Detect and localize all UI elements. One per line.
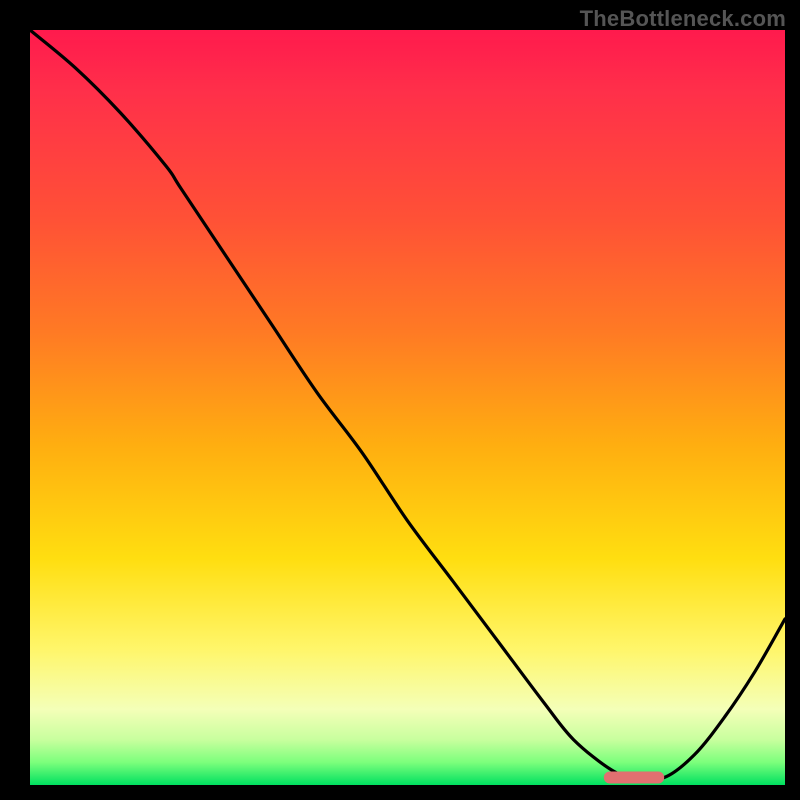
watermark-text: TheBottleneck.com bbox=[580, 6, 786, 32]
chart-frame: TheBottleneck.com bbox=[0, 0, 800, 800]
chart-overlay bbox=[30, 30, 785, 785]
optimum-marker bbox=[604, 772, 664, 784]
bottleneck-curve bbox=[30, 30, 785, 779]
